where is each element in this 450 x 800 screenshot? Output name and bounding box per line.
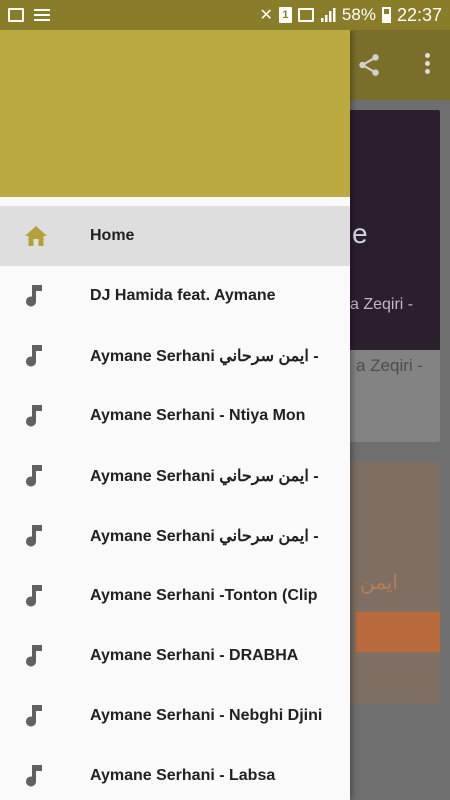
menu-item-track[interactable]: Aymane Serhani - DRABHA xyxy=(0,626,350,686)
background-card[interactable]: e a Zeqiri - a Zeqiri - xyxy=(348,110,440,442)
battery-icon xyxy=(381,7,391,23)
image-notification-icon xyxy=(8,8,24,22)
status-bar: ✕ 1 58% 22:37 xyxy=(0,0,450,30)
menu-item-label: Home xyxy=(90,227,135,244)
background-card[interactable]: ايمن xyxy=(348,462,440,704)
music-note-icon xyxy=(0,266,90,326)
menu-item-track[interactable]: Aymane Serhani - Labsa xyxy=(0,746,350,800)
sim-icon: 1 xyxy=(278,7,292,23)
menu-item-label: Aymane Serhani ايمن سرحاني - xyxy=(90,528,319,545)
music-note-icon xyxy=(0,746,90,800)
menu-item-label: Aymane Serhani - Labsa xyxy=(90,767,276,784)
menu-item-track[interactable]: Aymane Serhani ايمن سرحاني - xyxy=(0,506,350,566)
menu-item-label: Aymane Serhani ايمن سرحاني - xyxy=(90,468,319,485)
battery-percent: 58% xyxy=(341,5,376,24)
share-icon[interactable] xyxy=(356,52,382,78)
home-icon xyxy=(0,206,90,266)
menu-item-track[interactable]: Aymane Serhani -Tonton (Clip xyxy=(0,566,350,626)
card-text-fragment: ايمن xyxy=(360,572,398,594)
mute-icon: ✕ xyxy=(259,7,273,24)
music-note-icon xyxy=(0,446,90,506)
card-text-fragment: a Zeqiri - xyxy=(356,356,424,375)
drawer-header xyxy=(0,30,350,197)
menu-item-track[interactable]: Aymane Serhani - Nebghi Djini xyxy=(0,686,350,746)
clock: 22:37 xyxy=(396,4,442,25)
card-subtitle-fragment: a Zeqiri - xyxy=(350,296,414,313)
menu-item-track[interactable]: DJ Hamida feat. Aymane xyxy=(0,266,350,326)
menu-item-label: Aymane Serhani -Tonton (Clip xyxy=(90,587,318,604)
menu-item-label: Aymane Serhani ايمن سرحاني - xyxy=(90,348,319,365)
menu-item-label: DJ Hamida feat. Aymane xyxy=(90,287,276,304)
music-note-icon xyxy=(0,506,90,566)
card-title-fragment: e xyxy=(352,218,368,249)
signal-icon xyxy=(320,8,336,22)
music-note-icon xyxy=(0,626,90,686)
music-note-icon xyxy=(0,326,90,386)
menu-item-track[interactable]: Aymane Serhani ايمن سرحاني - xyxy=(0,446,350,506)
navigation-drawer: Home DJ Hamida feat. Aymane Aymane Serha… xyxy=(0,30,350,800)
overflow-menu-icon[interactable] xyxy=(422,50,432,80)
data-icon xyxy=(297,8,314,22)
menu-item-label: Aymane Serhani - Ntiya Mon xyxy=(90,407,306,424)
music-note-icon xyxy=(0,686,90,746)
menu-item-label: Aymane Serhani - DRABHA xyxy=(90,647,299,664)
menu-item-track[interactable]: Aymane Serhani - Ntiya Mon xyxy=(0,386,350,446)
menu-item-track[interactable]: Aymane Serhani ايمن سرحاني - xyxy=(0,326,350,386)
drawer-menu: Home DJ Hamida feat. Aymane Aymane Serha… xyxy=(0,206,350,800)
music-note-icon xyxy=(0,566,90,626)
music-note-icon xyxy=(0,386,90,446)
menu-item-home[interactable]: Home xyxy=(0,206,350,266)
menu-item-label: Aymane Serhani - Nebghi Djini xyxy=(90,707,323,724)
list-notification-icon xyxy=(34,8,50,22)
